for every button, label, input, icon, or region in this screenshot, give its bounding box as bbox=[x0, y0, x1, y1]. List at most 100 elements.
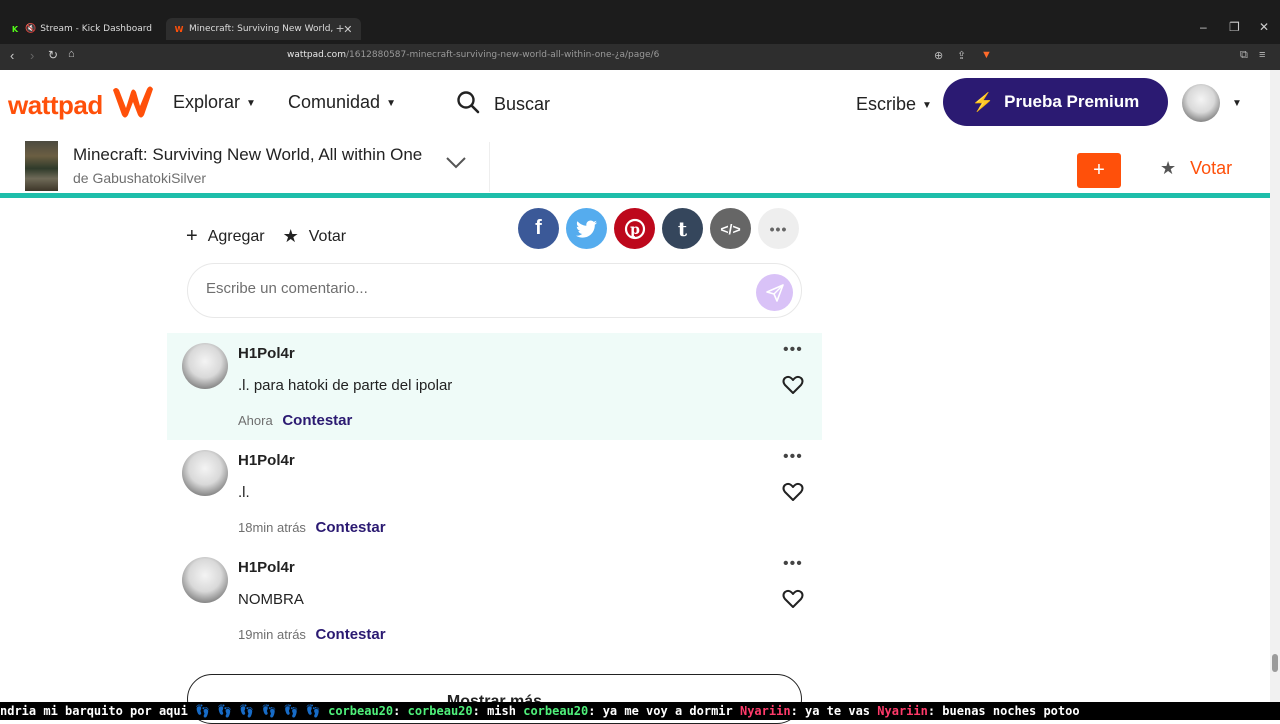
comment-time: Ahora bbox=[238, 413, 273, 428]
tab-kick-dashboard[interactable]: K 🔇 Stream - Kick Dashboard bbox=[10, 18, 152, 40]
wattpad-icon: W bbox=[174, 24, 184, 34]
avatar[interactable] bbox=[182, 450, 228, 496]
story-cover[interactable] bbox=[25, 141, 58, 191]
comment-text: .l. para hatoki de parte del ipolar bbox=[238, 377, 453, 394]
pinterest-icon[interactable]: p bbox=[614, 208, 655, 249]
chat-user: corbeau20 bbox=[328, 704, 394, 718]
forward-icon[interactable]: › bbox=[30, 48, 34, 63]
emote-icons: 👣 👣 👣 👣 👣 👣 bbox=[195, 704, 321, 718]
chevron-down-icon[interactable] bbox=[445, 156, 467, 170]
chat-user: corbeau20 bbox=[523, 704, 589, 718]
wattpad-w-icon[interactable] bbox=[110, 84, 156, 120]
tab-label: Minecraft: Surviving New World, bbox=[189, 24, 334, 34]
heart-icon[interactable] bbox=[782, 482, 804, 502]
twitter-icon[interactable] bbox=[566, 208, 607, 249]
more-share-icon[interactable]: ••• bbox=[758, 208, 799, 249]
comment-username[interactable]: H1Pol4r bbox=[238, 345, 295, 362]
comment-username[interactable]: H1Pol4r bbox=[238, 559, 295, 576]
divider bbox=[489, 142, 490, 192]
vote-link[interactable]: Votar bbox=[309, 228, 346, 246]
extensions-icon[interactable]: ⧉ bbox=[1240, 49, 1248, 62]
more-options-icon[interactable]: ••• bbox=[783, 341, 803, 359]
premium-button[interactable]: ⚡ Prueba Premium bbox=[943, 78, 1168, 126]
part-actions: + Agregar ★ Votar bbox=[186, 225, 352, 248]
close-window-icon[interactable]: ✕ bbox=[1259, 20, 1269, 34]
heart-icon[interactable] bbox=[782, 375, 804, 395]
comment-input[interactable] bbox=[206, 280, 746, 297]
zoom-icon[interactable]: ⊕ bbox=[934, 49, 943, 62]
avatar[interactable] bbox=[182, 557, 228, 603]
comment-item: H1Pol4r NOMBRA 19min atrás Contestar ••• bbox=[167, 547, 822, 654]
community-dropdown[interactable]: Comunidad ▼ bbox=[288, 92, 396, 113]
facebook-icon[interactable]: f bbox=[518, 208, 559, 249]
reload-icon[interactable]: ↻ bbox=[48, 48, 58, 62]
comment-text: NOMBRA bbox=[238, 591, 304, 608]
caret-down-icon[interactable]: ▼ bbox=[1232, 98, 1242, 109]
star-icon: ★ bbox=[282, 226, 299, 246]
chat-user: corbeau20 bbox=[407, 704, 473, 718]
embed-icon[interactable]: </> bbox=[710, 208, 751, 249]
browser-tabbar: K 🔇 Stream - Kick Dashboard W Minecraft:… bbox=[0, 0, 1280, 44]
chat-ticker: ndria mi barquito por aqui 👣 👣 👣 👣 👣 👣 c… bbox=[0, 702, 1280, 720]
share-page-icon[interactable]: ⇪ bbox=[957, 49, 966, 62]
story-title[interactable]: Minecraft: Surviving New World, All with… bbox=[73, 145, 422, 165]
comment-time: 19min atrás bbox=[238, 627, 306, 642]
bolt-icon: ⚡ bbox=[971, 91, 995, 112]
comment-item: H1Pol4r .l. 18min atrás Contestar ••• bbox=[167, 440, 822, 547]
send-icon bbox=[765, 283, 784, 302]
svg-text:p: p bbox=[630, 222, 640, 238]
write-dropdown[interactable]: Escribe ▼ bbox=[856, 94, 932, 115]
reply-button[interactable]: Contestar bbox=[316, 626, 386, 643]
search-icon[interactable] bbox=[456, 90, 480, 114]
caret-down-icon: ▼ bbox=[922, 99, 932, 111]
scrollbar[interactable] bbox=[1270, 70, 1280, 702]
browser-toolbar: ‹ › ↻ ⌂ wattpad.com/1612880587-minecraft… bbox=[0, 44, 1280, 70]
address-bar[interactable]: wattpad.com/1612880587-minecraft-survivi… bbox=[287, 50, 659, 60]
menu-icon[interactable]: ≡ bbox=[1259, 49, 1265, 61]
back-icon[interactable]: ‹ bbox=[10, 48, 14, 63]
more-options-icon[interactable]: ••• bbox=[783, 448, 803, 466]
kick-icon: K bbox=[11, 24, 19, 34]
comment-meta: 19min atrás Contestar bbox=[238, 626, 386, 643]
comment-username[interactable]: H1Pol4r bbox=[238, 452, 295, 469]
comment-text: .l. bbox=[238, 484, 250, 501]
tumblr-icon[interactable]: t bbox=[662, 208, 703, 249]
reply-button[interactable]: Contestar bbox=[282, 412, 352, 429]
comment-box bbox=[187, 263, 802, 318]
plus-icon: + bbox=[186, 225, 198, 247]
tab-label: Stream - Kick Dashboard bbox=[40, 24, 153, 34]
restore-icon[interactable]: ❐ bbox=[1229, 20, 1240, 34]
comment-item: H1Pol4r .l. para hatoki de parte del ipo… bbox=[167, 333, 822, 440]
heart-icon[interactable] bbox=[782, 589, 804, 609]
explore-dropdown[interactable]: Explorar ▼ bbox=[173, 92, 256, 113]
home-icon[interactable]: ⌂ bbox=[68, 48, 75, 60]
add-button[interactable]: Agregar bbox=[208, 228, 265, 246]
scrollbar-thumb[interactable] bbox=[1272, 654, 1278, 672]
more-options-icon[interactable]: ••• bbox=[783, 555, 803, 573]
mute-icon: 🔇 bbox=[25, 24, 37, 34]
story-bar: Minecraft: Surviving New World, All with… bbox=[0, 136, 1270, 198]
vote-button[interactable]: ★ Votar bbox=[1160, 158, 1232, 179]
minimize-icon[interactable]: – bbox=[1200, 20, 1207, 34]
comment-meta: 18min atrás Contestar bbox=[238, 519, 386, 536]
caret-down-icon: ▼ bbox=[386, 97, 396, 109]
new-tab-icon[interactable]: + bbox=[336, 20, 344, 36]
comment-time: 18min atrás bbox=[238, 520, 306, 535]
reply-button[interactable]: Contestar bbox=[316, 519, 386, 536]
story-author[interactable]: de GabushatokiSilver bbox=[73, 170, 206, 186]
caret-down-icon: ▼ bbox=[246, 97, 256, 109]
close-tab-icon[interactable]: ✕ bbox=[343, 23, 352, 36]
chat-user: Nyariin bbox=[877, 704, 928, 718]
chat-user: Nyariin bbox=[739, 704, 791, 718]
avatar[interactable] bbox=[182, 343, 228, 389]
add-to-list-button[interactable]: + bbox=[1077, 153, 1121, 188]
tab-wattpad[interactable]: W Minecraft: Surviving New World, ✕ bbox=[166, 18, 361, 40]
star-icon: ★ bbox=[1160, 158, 1177, 178]
wattpad-logo[interactable]: wattpad bbox=[8, 90, 103, 121]
brave-shield-icon[interactable]: ▼ bbox=[981, 49, 992, 61]
send-button[interactable] bbox=[756, 274, 793, 311]
site-header: wattpad Explorar ▼ Comunidad ▼ Buscar Escr… bbox=[0, 70, 1270, 136]
comment-meta: Ahora Contestar bbox=[238, 412, 352, 429]
user-avatar[interactable] bbox=[1182, 84, 1220, 122]
search-label[interactable]: Buscar bbox=[494, 94, 550, 115]
